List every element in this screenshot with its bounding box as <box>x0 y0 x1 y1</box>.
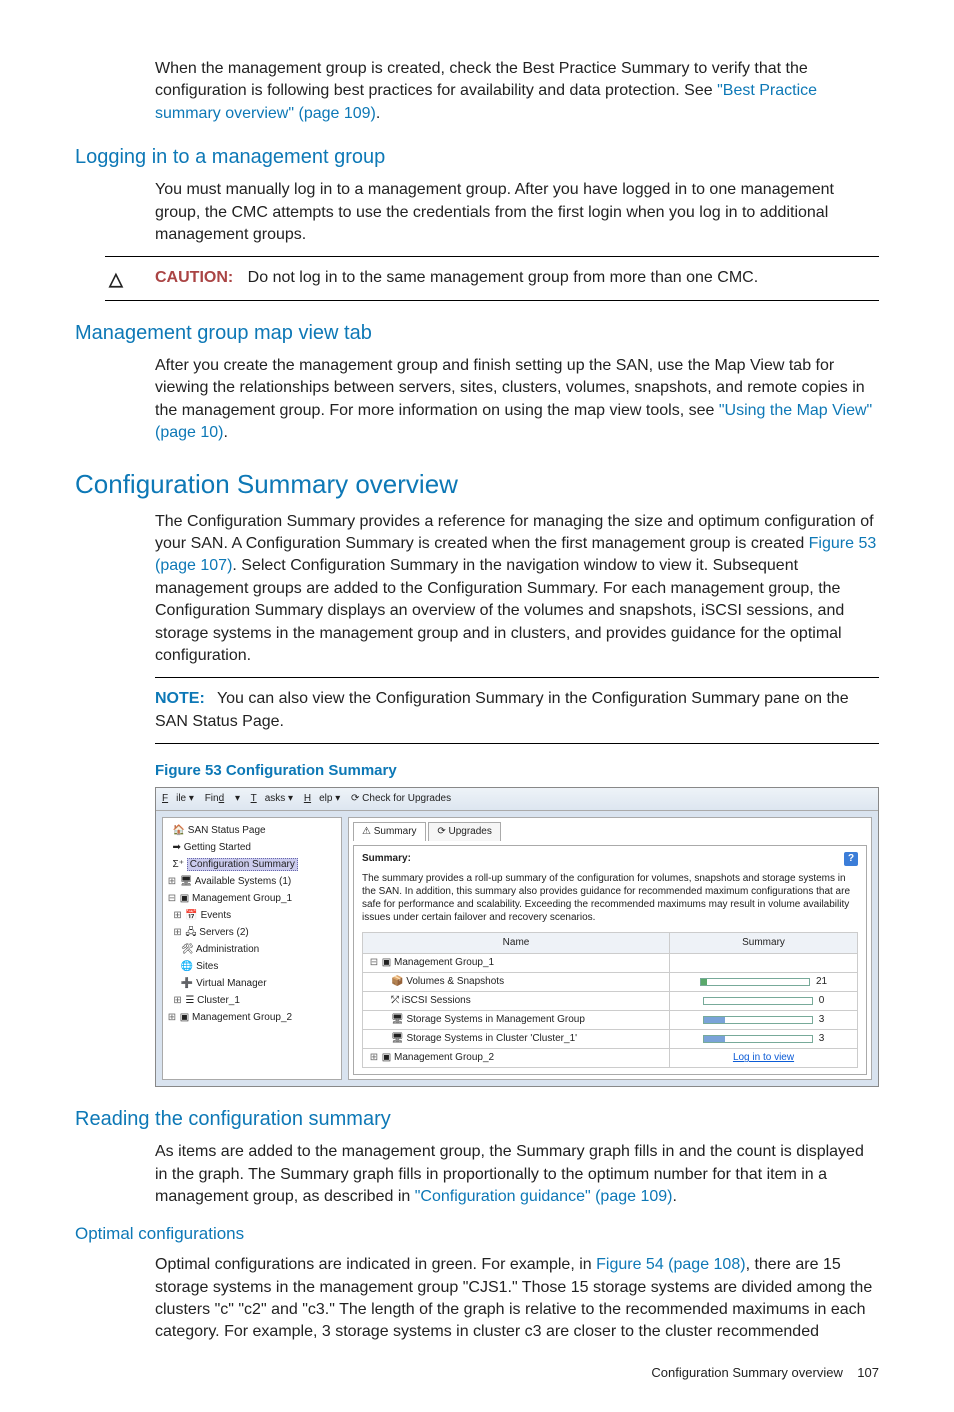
help-icon[interactable]: ? <box>844 852 858 866</box>
tree-item[interactable]: ⊞ 📅 Events <box>167 907 337 924</box>
tab-upgrades[interactable]: ⟳ Upgrades <box>428 822 501 841</box>
summary-panel: ? Summary: The summary provides a roll-u… <box>353 845 867 1075</box>
intro-text-b: . <box>376 105 380 122</box>
th-name: Name <box>363 933 670 954</box>
intro-text-a: When the management group is created, ch… <box>155 60 808 99</box>
link-config-guidance[interactable]: "Configuration guidance" (page 109) <box>415 1188 673 1205</box>
tree-item[interactable]: ➕ Virtual Manager <box>167 975 337 992</box>
tree-item[interactable]: ⊟ ▣ Management Group_1 <box>167 890 337 907</box>
summary-description: The summary provides a roll-up summary o… <box>362 872 858 924</box>
screenshot-figure: FFile ▾ile ▾ Find ▾ Tasks ▾ Help ▾ ⟳ Che… <box>155 787 879 1087</box>
table-row[interactable]: ⊞ ▣ Management Group_2 Log in to view <box>363 1049 858 1068</box>
tree-item[interactable]: 🏠 SAN Status Page <box>167 822 337 839</box>
tree-item[interactable]: ⊞ ▣ Management Group_2 <box>167 1009 337 1026</box>
tree-item[interactable]: 🌐 Sites <box>167 958 337 975</box>
tree-item[interactable]: ⊞ 🖥 Available Systems (1) <box>167 873 337 890</box>
menu-help[interactable]: Help ▾ <box>304 793 340 804</box>
heading-optimal: Optimal configurations <box>75 1222 879 1246</box>
table-row[interactable]: ⊟ ▣ Management Group_1 <box>363 954 858 973</box>
caution-text: Do not log in to the same management gro… <box>248 269 758 286</box>
menu-tasks[interactable]: Tasks ▾ <box>251 793 293 804</box>
nav-tree: 🏠 SAN Status Page ➡ Getting Started Σ⁺ C… <box>162 817 342 1080</box>
login-paragraph: You must manually log in to a management… <box>155 179 879 246</box>
config-text-a: The Configuration Summary provides a ref… <box>155 513 874 552</box>
login-link[interactable]: Log in to view <box>733 1052 794 1063</box>
menu-check-upgrades[interactable]: ⟳ Check for Upgrades <box>351 793 451 804</box>
tab-summary[interactable]: ⚠ Summary <box>353 822 426 841</box>
summary-table: Name Summary ⊟ ▣ Management Group_1 📦 Vo… <box>362 932 858 1068</box>
figure-caption: Figure 53 Configuration Summary <box>155 760 879 781</box>
note-box: NOTE: You can also view the Configuratio… <box>155 677 879 744</box>
optimal-paragraph: Optimal configurations are indicated in … <box>155 1254 879 1344</box>
heading-mapview: Management group map view tab <box>75 319 879 347</box>
caution-icon: △ <box>109 267 123 292</box>
caution-label: CAUTION: <box>155 269 243 286</box>
config-text-b: . Select Configuration Summary in the na… <box>155 557 844 664</box>
tab-bar: ⚠ Summary ⟳ Upgrades <box>353 822 867 841</box>
note-text: You can also view the Configuration Summ… <box>155 690 849 729</box>
tree-item[interactable]: 🛠 Administration <box>167 941 337 958</box>
table-row[interactable]: 📦 Volumes & Snapshots 21 <box>363 973 858 992</box>
footer-text: Configuration Summary overview <box>651 1365 842 1380</box>
mapview-text-b: . <box>224 424 228 441</box>
tree-item-selected[interactable]: Σ⁺ Configuration Summary <box>167 856 337 873</box>
menu-find[interactable]: Find ▾ <box>205 793 240 804</box>
summary-label: Summary: <box>362 853 411 864</box>
intro-paragraph: When the management group is created, ch… <box>155 58 879 125</box>
heading-logging-in: Logging in to a management group <box>75 143 879 171</box>
table-row[interactable]: 🖥 Storage Systems in Cluster 'Cluster_1'… <box>363 1030 858 1049</box>
table-row[interactable]: 🖥 Storage Systems in Management Group 3 <box>363 1011 858 1030</box>
menubar: FFile ▾ile ▾ Find ▾ Tasks ▾ Help ▾ ⟳ Che… <box>156 788 878 811</box>
mapview-paragraph: After you create the management group an… <box>155 355 879 445</box>
config-paragraph: The Configuration Summary provides a ref… <box>155 511 879 668</box>
caution-box: △ CAUTION: Do not log in to the same man… <box>105 256 879 300</box>
main-panel: ⚠ Summary ⟳ Upgrades ? Summary: The summ… <box>348 817 872 1080</box>
footer-page: 107 <box>857 1365 879 1380</box>
note-label: NOTE: <box>155 690 213 707</box>
tree-item[interactable]: ⊞ 🖧 Servers (2) <box>167 924 337 941</box>
page-footer: Configuration Summary overview 107 <box>75 1364 879 1382</box>
table-row[interactable]: ⤱ iSCSI Sessions 0 <box>363 992 858 1011</box>
heading-config-overview: Configuration Summary overview <box>75 466 879 502</box>
reading-text-b: . <box>672 1188 676 1205</box>
menu-file[interactable]: FFile ▾ile ▾ <box>162 793 194 804</box>
tree-item[interactable]: ⊞ ☰ Cluster_1 <box>167 992 337 1009</box>
tree-item[interactable]: ➡ Getting Started <box>167 839 337 856</box>
th-summary: Summary <box>670 933 858 954</box>
reading-paragraph: As items are added to the management gro… <box>155 1141 879 1208</box>
heading-reading: Reading the configuration summary <box>75 1105 879 1133</box>
